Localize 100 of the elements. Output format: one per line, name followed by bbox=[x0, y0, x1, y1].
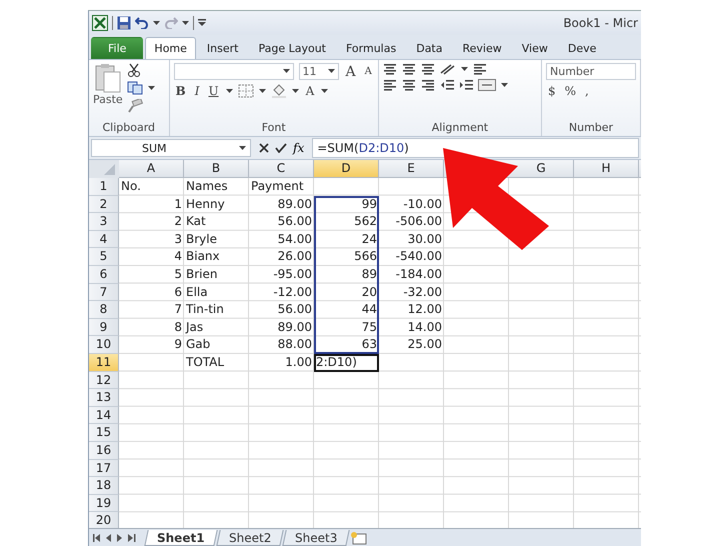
decrease-indent-icon[interactable] bbox=[440, 79, 454, 91]
row-header[interactable]: 7 bbox=[89, 284, 119, 302]
caret-icon[interactable] bbox=[258, 88, 266, 94]
grow-font-button[interactable]: A bbox=[344, 64, 358, 80]
align-left-icon[interactable] bbox=[382, 79, 397, 91]
row-header[interactable]: 4 bbox=[89, 230, 119, 248]
row-header[interactable]: 20 bbox=[89, 512, 119, 528]
row-header[interactable]: 11 bbox=[89, 354, 119, 372]
row-header[interactable]: 13 bbox=[89, 389, 119, 407]
first-sheet-icon[interactable] bbox=[93, 534, 101, 542]
format-painter-icon[interactable] bbox=[126, 99, 143, 113]
name-box[interactable]: SUM bbox=[91, 139, 251, 157]
font-color-button[interactable]: A bbox=[304, 84, 316, 98]
previous-sheet-icon[interactable] bbox=[106, 534, 112, 542]
next-sheet-icon[interactable] bbox=[117, 534, 123, 542]
number-format-button[interactable]: $ bbox=[546, 84, 558, 98]
shrink-font-button[interactable]: A bbox=[362, 66, 374, 77]
table-cell-text: Brien bbox=[185, 266, 218, 283]
table-cell: 89 bbox=[314, 266, 379, 284]
table-cell-text: 14.00 bbox=[406, 318, 443, 336]
last-sheet-icon[interactable] bbox=[128, 534, 136, 542]
row-header[interactable]: 5 bbox=[89, 248, 119, 266]
insert-sheet-icon[interactable] bbox=[350, 531, 368, 545]
ribbon-tab[interactable]: Insert bbox=[198, 37, 248, 59]
caret-icon[interactable] bbox=[321, 88, 328, 94]
row-header[interactable]: 1 bbox=[89, 178, 119, 196]
sheet-tab[interactable]: Sheet1 bbox=[144, 530, 218, 546]
column-header[interactable]: D bbox=[314, 160, 379, 177]
caret-icon[interactable] bbox=[226, 88, 233, 94]
cancel-icon[interactable] bbox=[259, 143, 269, 153]
table-cell-text: 1.00 bbox=[284, 354, 313, 371]
ribbon-tab[interactable]: Page Layout bbox=[249, 37, 335, 59]
row-header[interactable]: 6 bbox=[89, 266, 119, 284]
fill-color-icon[interactable] bbox=[270, 84, 287, 98]
borders-icon[interactable] bbox=[238, 84, 254, 98]
align-center-icon[interactable] bbox=[402, 79, 416, 91]
font-style-button[interactable]: B bbox=[174, 84, 188, 98]
caret-icon[interactable] bbox=[282, 69, 290, 74]
align-right-icon[interactable] bbox=[420, 79, 435, 91]
undo-icon[interactable] bbox=[135, 17, 149, 29]
ribbon-tab[interactable]: Formulas bbox=[337, 37, 406, 59]
ribbon-tab[interactable]: Data bbox=[407, 37, 452, 59]
formula-field[interactable]: =SUM(D2:D10) bbox=[312, 138, 639, 158]
row-header[interactable]: 2 bbox=[89, 196, 119, 214]
ribbon-tab[interactable]: Deve bbox=[558, 37, 606, 59]
row-header[interactable]: 15 bbox=[89, 424, 119, 442]
number-format-button[interactable]: , bbox=[583, 84, 591, 98]
ribbon-tab[interactable]: Home bbox=[145, 37, 196, 59]
bottom-align-icon[interactable] bbox=[420, 63, 435, 75]
row-header[interactable]: 10 bbox=[89, 336, 119, 354]
ribbon-tab[interactable]: View bbox=[512, 37, 557, 59]
caret-icon[interactable] bbox=[328, 69, 335, 74]
row-header[interactable]: 16 bbox=[89, 442, 119, 460]
table-cell-text: Henny bbox=[185, 196, 226, 213]
enter-icon[interactable] bbox=[275, 143, 287, 153]
middle-align-icon[interactable] bbox=[402, 63, 416, 75]
row-header[interactable]: 19 bbox=[89, 494, 119, 512]
sheet-tab[interactable]: Sheet3 bbox=[282, 530, 350, 546]
orientation-icon[interactable] bbox=[440, 63, 456, 75]
row-header[interactable]: 8 bbox=[89, 301, 119, 319]
paste-button[interactable]: Paste bbox=[93, 63, 123, 121]
font-name-field[interactable] bbox=[174, 63, 294, 80]
table-cell-text: 56.00 bbox=[276, 301, 313, 318]
row-header[interactable]: 17 bbox=[89, 460, 119, 478]
row-header[interactable]: 3 bbox=[89, 213, 119, 231]
table-cell-text: -10.00 bbox=[402, 196, 443, 213]
copy-icon[interactable] bbox=[126, 81, 143, 95]
table-cell: 24 bbox=[314, 230, 379, 248]
increase-indent-icon[interactable] bbox=[458, 79, 473, 91]
number-format-button[interactable]: % bbox=[562, 84, 578, 98]
customize-icon[interactable] bbox=[198, 19, 206, 27]
group-label: Font bbox=[260, 121, 287, 136]
caret-icon[interactable] bbox=[148, 86, 155, 90]
insert-function-button[interactable]: fx bbox=[293, 141, 304, 155]
sheet-tab[interactable]: Sheet2 bbox=[216, 530, 284, 546]
caret-icon[interactable] bbox=[239, 146, 246, 150]
font-size-field[interactable]: 11 bbox=[298, 63, 339, 80]
caret-icon[interactable] bbox=[292, 88, 299, 94]
caret-icon[interactable] bbox=[182, 20, 189, 26]
number-format-field[interactable]: Number bbox=[546, 63, 636, 80]
ribbon-tab[interactable]: Review bbox=[453, 37, 511, 59]
table-cell-text: 7 bbox=[173, 301, 183, 318]
save-icon[interactable] bbox=[117, 16, 131, 30]
merge-cells-icon[interactable] bbox=[478, 79, 496, 91]
font-style-button[interactable]: U bbox=[206, 84, 221, 98]
scissors-icon[interactable] bbox=[126, 63, 141, 77]
font-style-button[interactable]: I bbox=[192, 84, 202, 98]
file-tab[interactable]: File bbox=[91, 37, 144, 59]
row-header[interactable]: 12 bbox=[89, 372, 119, 390]
row-header[interactable]: 9 bbox=[89, 318, 119, 336]
row-header[interactable]: 14 bbox=[89, 406, 119, 424]
caret-icon[interactable] bbox=[500, 82, 508, 88]
caret-icon[interactable] bbox=[460, 66, 468, 72]
table-cell-text: 8 bbox=[173, 318, 183, 336]
row-header[interactable]: 18 bbox=[89, 477, 119, 495]
top-align-icon[interactable] bbox=[382, 63, 397, 75]
wrap-text-icon[interactable] bbox=[472, 63, 487, 75]
table-cell-text: No. bbox=[120, 178, 142, 195]
caret-icon[interactable] bbox=[153, 20, 160, 26]
table-cell-text: Ella bbox=[185, 284, 209, 301]
